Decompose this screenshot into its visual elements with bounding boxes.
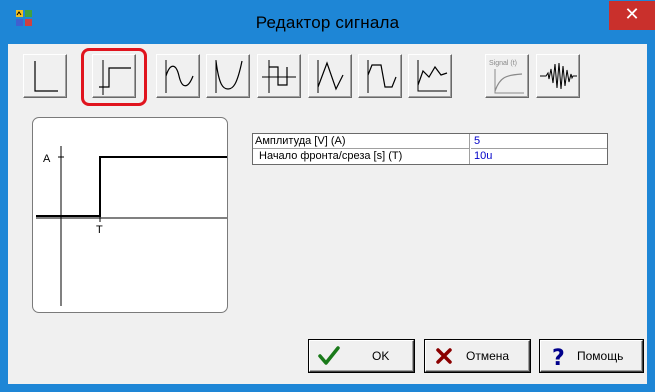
dialog-body: Signal (t) A T Амплитуда [V] (A) 5 Начал… xyxy=(8,44,647,384)
sine-icon xyxy=(165,60,194,93)
parameter-row-edge-start: Начало фронта/среза [s] (T) 10u xyxy=(253,149,607,164)
parameters-grid: Амплитуда [V] (A) 5 Начало фронта/среза … xyxy=(252,133,608,165)
time-axis-label: T xyxy=(96,224,103,236)
help-button[interactable]: ? Помощь xyxy=(540,340,643,372)
close-button[interactable]: ✕ xyxy=(609,1,655,30)
parameter-label: Начало фронта/среза [s] (T) xyxy=(253,149,470,164)
signal-t-icon: Signal (t) xyxy=(489,60,524,94)
step-signal-plot: A T xyxy=(36,146,227,306)
checkmark-icon xyxy=(318,346,340,365)
signal-editor-window: Редактор сигнала ✕ Signal (t) A T Амплит… xyxy=(0,0,655,392)
amplitude-axis-label: A xyxy=(43,153,51,165)
triangle-wave-icon xyxy=(317,60,344,93)
burst-icon xyxy=(540,62,577,90)
svg-text:?: ? xyxy=(552,346,565,368)
svg-text:Signal (t): Signal (t) xyxy=(489,60,517,67)
signal-preview: A T xyxy=(32,117,228,313)
impulse-icon xyxy=(34,61,58,92)
abs-sine-signal-button[interactable] xyxy=(206,54,250,98)
trapezoid-signal-button[interactable] xyxy=(358,54,402,98)
square-signal-button[interactable] xyxy=(257,54,301,98)
title-bar: Редактор сигнала ✕ xyxy=(0,0,655,44)
cancel-label: Отмена xyxy=(466,349,510,363)
impulse-signal-button[interactable] xyxy=(23,54,67,98)
triangle-signal-button[interactable] xyxy=(308,54,352,98)
ok-button[interactable]: OK xyxy=(309,340,414,372)
sine-signal-button[interactable] xyxy=(156,54,200,98)
x-icon xyxy=(436,348,452,364)
parameter-label: Амплитуда [V] (A) xyxy=(253,134,470,149)
custom-signal-button[interactable]: Signal (t) xyxy=(485,54,529,98)
burst-signal-button[interactable] xyxy=(536,54,580,98)
window-title: Редактор сигнала xyxy=(255,13,400,32)
piecewise-signal-button[interactable] xyxy=(408,54,452,98)
edge-start-value-field[interactable]: 10u xyxy=(471,149,607,164)
question-icon: ? xyxy=(552,346,565,368)
ok-label: OK xyxy=(372,349,390,363)
cancel-button[interactable]: Отмена xyxy=(425,340,530,372)
square-wave-icon xyxy=(262,60,296,93)
trapezoid-wave-icon xyxy=(367,60,397,93)
help-label: Помощь xyxy=(577,349,624,363)
parameter-row-amplitude: Амплитуда [V] (A) 5 xyxy=(253,134,607,149)
selected-signal-highlight xyxy=(81,48,147,106)
abs-sine-icon xyxy=(215,60,243,93)
amplitude-value-field[interactable]: 5 xyxy=(471,134,607,149)
piecewise-linear-icon xyxy=(417,60,448,92)
